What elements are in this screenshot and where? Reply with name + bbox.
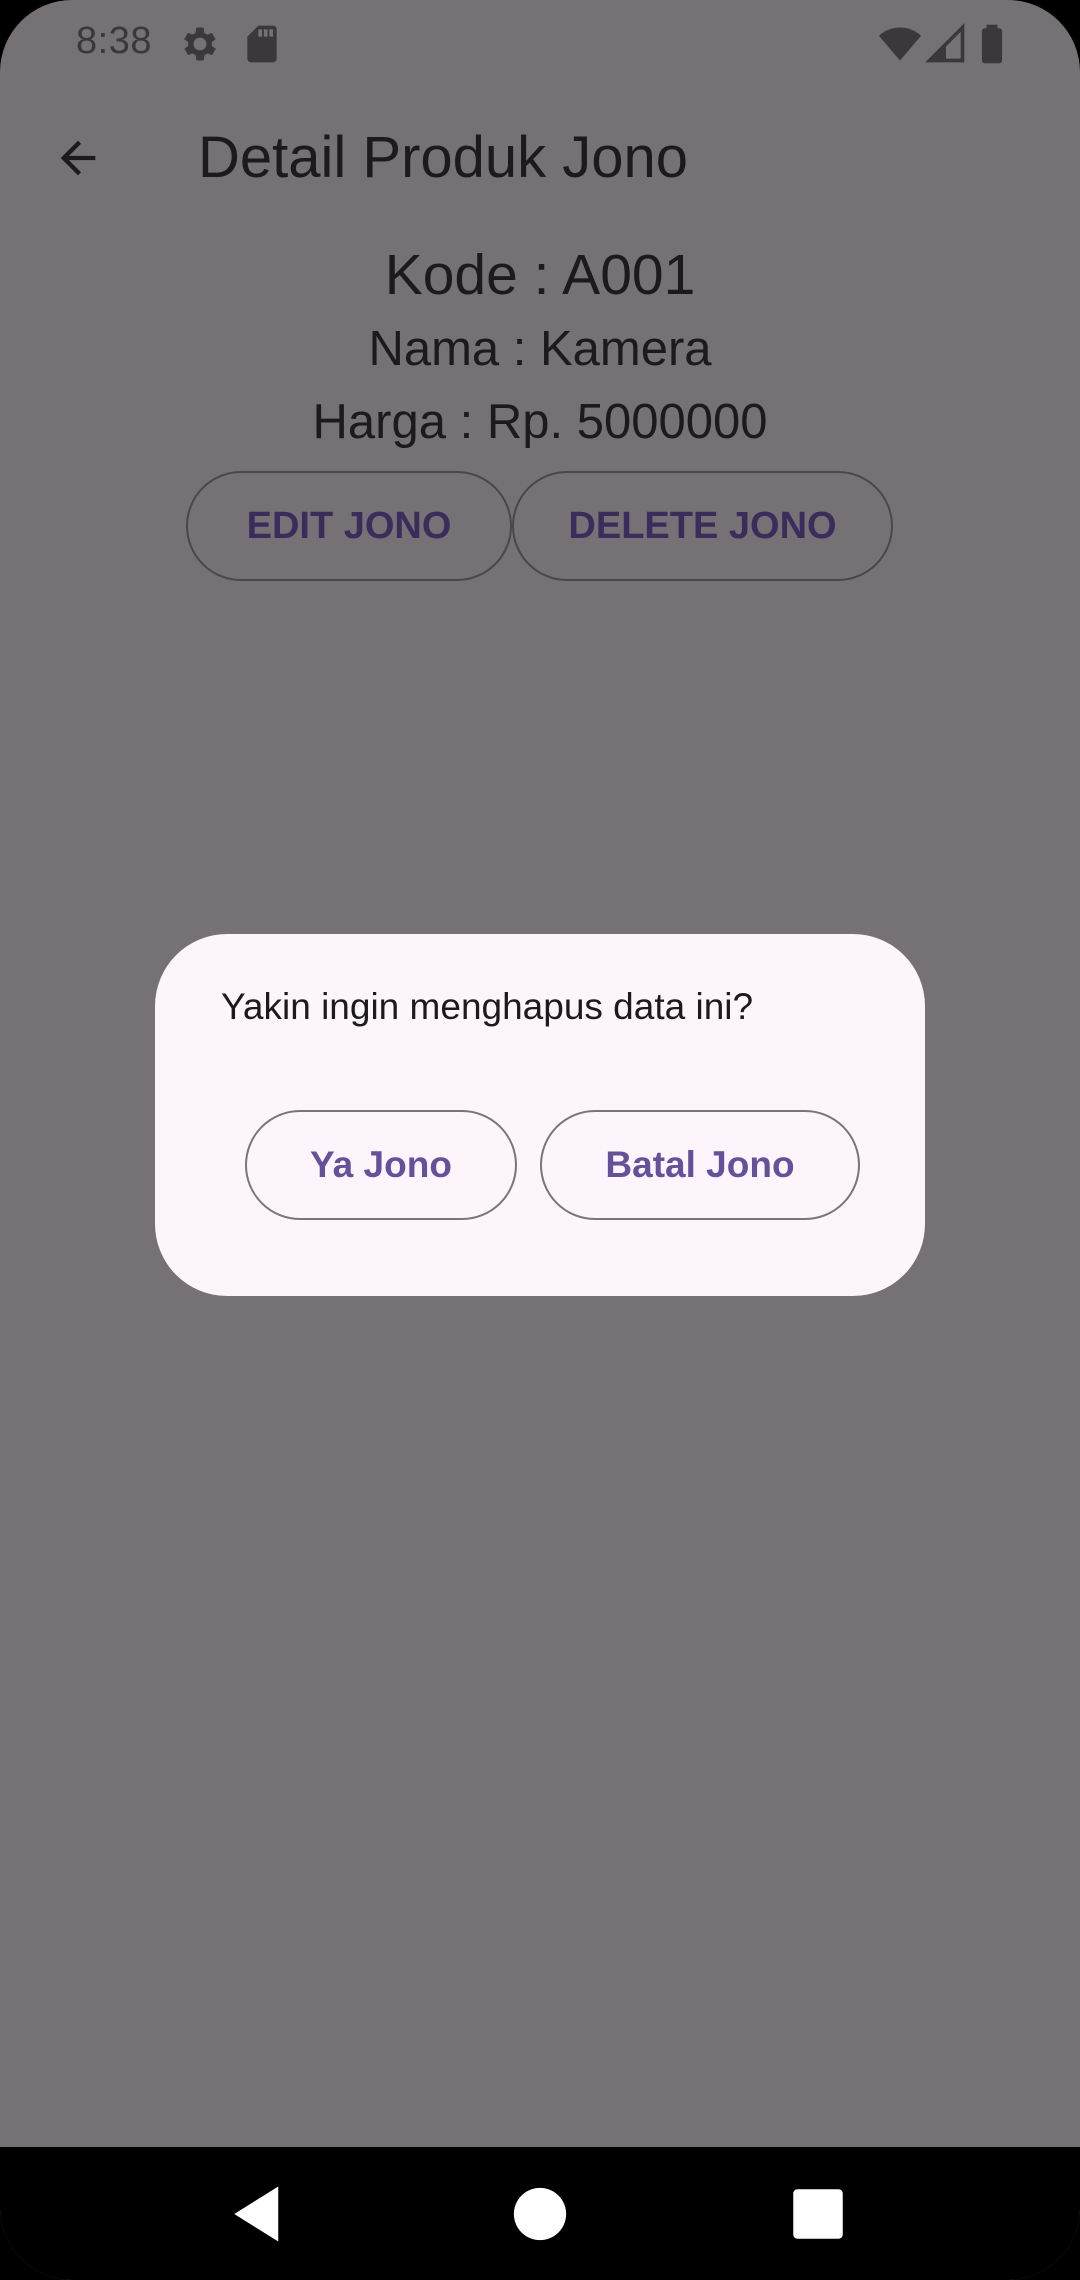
home-circle-icon	[513, 2187, 567, 2241]
delete-button[interactable]: DELETE JONO	[512, 471, 893, 581]
dialog-message: Yakin ingin menghapus data ini?	[221, 986, 754, 1027]
nav-back-button[interactable]	[226, 2181, 292, 2247]
product-kode: Kode : A001	[384, 243, 696, 307]
nav-recents-button[interactable]	[785, 2181, 851, 2247]
confirm-button[interactable]: Ya Jono	[245, 1110, 517, 1220]
page-title: Detail Produk Jono	[198, 125, 689, 190]
edit-button[interactable]: EDIT JONO	[186, 471, 512, 581]
product-harga: Harga : Rp. 5000000	[312, 395, 768, 449]
screen: 8:38 Detail Produk Jono Kode : A001 Nama…	[0, 0, 1080, 2280]
battery-icon	[970, 22, 1014, 66]
confirm-delete-dialog: Yakin ingin menghapus data ini? Ya Jono …	[155, 934, 925, 1296]
system-nav-bar	[0, 2147, 1080, 2280]
recents-square-icon	[793, 2189, 843, 2239]
status-bar: 8:38	[0, 0, 1080, 90]
cell-signal-icon	[924, 22, 968, 66]
sd-card-icon	[240, 22, 284, 66]
arrow-left-icon	[60, 140, 96, 176]
back-button[interactable]	[40, 120, 116, 196]
cancel-button[interactable]: Batal Jono	[540, 1110, 860, 1220]
product-nama: Nama : Kamera	[368, 322, 712, 376]
status-time: 8:38	[76, 20, 152, 62]
nav-home-button[interactable]	[507, 2181, 573, 2247]
settings-gear-icon	[178, 22, 222, 66]
app-bar: Detail Produk Jono	[0, 90, 1080, 230]
back-triangle-icon	[234, 2186, 279, 2242]
wifi-icon	[878, 22, 922, 66]
